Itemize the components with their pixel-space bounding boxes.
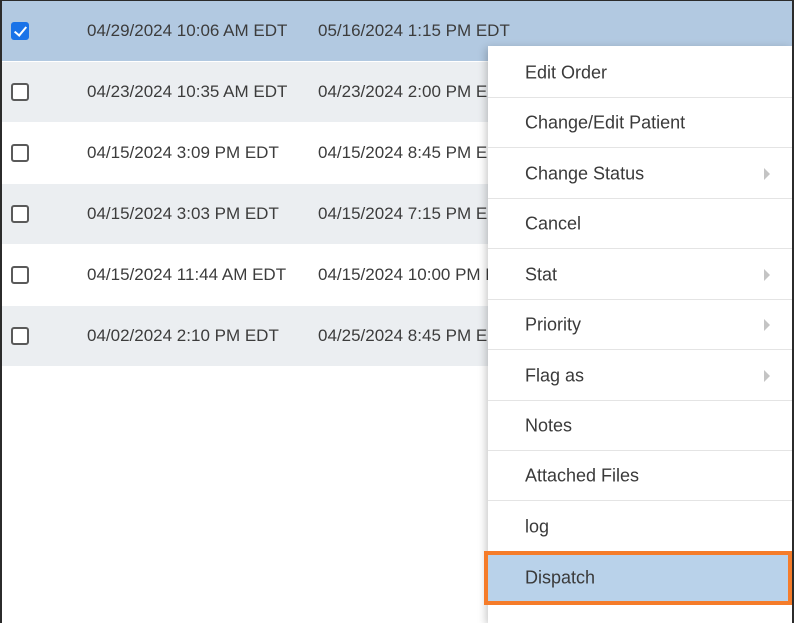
start-datetime-cell: 04/15/2024 3:03 PM EDT <box>87 204 279 223</box>
chevron-right-icon <box>764 268 770 281</box>
context-menu: Edit Order Change/Edit Patient Change St… <box>484 46 792 623</box>
menu-item-label: Change Status <box>525 163 645 183</box>
menu-item-notes[interactable]: Notes <box>488 401 792 451</box>
menu-item-dispatch[interactable]: Dispatch <box>484 551 792 605</box>
row-checkbox[interactable] <box>11 266 29 284</box>
row-checkbox[interactable] <box>11 205 29 223</box>
menu-item-label: Cancel <box>525 213 582 233</box>
menu-item-stat[interactable]: Stat <box>488 250 792 300</box>
menu-item-label: Stat <box>525 264 558 284</box>
menu-item-attached-files[interactable]: Attached Files <box>488 451 792 501</box>
menu-item-label: Flag as <box>525 365 585 385</box>
start-datetime-cell: 04/23/2024 10:35 AM EDT <box>87 82 288 101</box>
start-datetime-cell: 04/29/2024 10:06 AM EDT <box>87 21 288 40</box>
start-datetime-cell: 04/02/2024 2:10 PM EDT <box>87 326 279 345</box>
start-datetime-cell: 04/15/2024 3:09 PM EDT <box>87 143 279 162</box>
menu-item-label: log <box>525 516 550 536</box>
menu-item-edit-order[interactable]: Edit Order <box>488 48 792 98</box>
menu-item-cancel[interactable]: Cancel <box>488 199 792 249</box>
chevron-right-icon <box>764 369 770 382</box>
start-datetime-cell: 04/15/2024 11:44 AM EDT <box>87 265 287 284</box>
menu-item-label: Notes <box>525 415 573 435</box>
menu-item-label: Edit Order <box>525 62 608 82</box>
menu-item-label: Priority <box>525 314 582 334</box>
menu-item-log[interactable]: log <box>488 502 792 552</box>
row-checkbox[interactable] <box>11 144 29 162</box>
chevron-right-icon <box>764 167 770 180</box>
menu-item-change-edit-patient[interactable]: Change/Edit Patient <box>488 98 792 148</box>
end-datetime-cell: 05/16/2024 1:15 PM EDT <box>318 21 510 40</box>
menu-item-priority[interactable]: Priority <box>488 300 792 350</box>
menu-item-flag-as[interactable]: Flag as <box>488 351 792 401</box>
row-checkbox[interactable] <box>11 83 29 101</box>
row-checkbox[interactable] <box>11 22 29 40</box>
menu-item-change-status[interactable]: Change Status <box>488 149 792 199</box>
row-checkbox[interactable] <box>11 327 29 345</box>
menu-item-label: Change/Edit Patient <box>525 112 686 132</box>
menu-item-label: Attached Files <box>525 465 640 485</box>
chevron-right-icon <box>764 318 770 331</box>
menu-item-label: Dispatch <box>525 567 596 588</box>
